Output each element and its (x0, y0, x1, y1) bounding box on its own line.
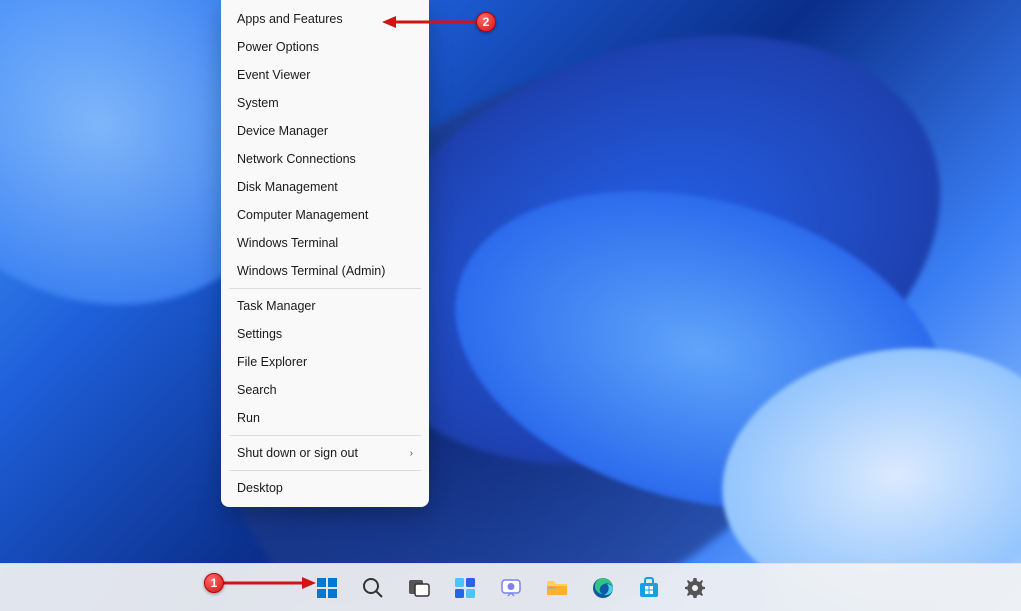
menu-item-label: Run (237, 411, 260, 425)
menu-item-label: System (237, 96, 279, 110)
menu-item-label: Shut down or sign out (237, 446, 358, 460)
menu-item-system[interactable]: System (221, 89, 429, 117)
settings-button[interactable] (675, 568, 715, 608)
menu-item-power-options[interactable]: Power Options (221, 33, 429, 61)
menu-item-task-manager[interactable]: Task Manager (221, 292, 429, 320)
start-button[interactable] (307, 568, 347, 608)
menu-item-windows-terminal[interactable]: Windows Terminal (221, 229, 429, 257)
menu-item-network-connections[interactable]: Network Connections (221, 145, 429, 173)
menu-item-computer-management[interactable]: Computer Management (221, 201, 429, 229)
chevron-right-icon: › (410, 448, 413, 459)
search-button[interactable] (353, 568, 393, 608)
menu-item-label: Search (237, 383, 277, 397)
menu-item-label: Event Viewer (237, 68, 310, 82)
menu-item-label: Apps and Features (237, 12, 343, 26)
menu-item-label: Disk Management (237, 180, 338, 194)
winx-context-menu: Apps and Features Power Options Event View… (221, 0, 429, 507)
settings-icon (683, 576, 707, 600)
menu-item-label: Device Manager (237, 124, 328, 138)
file-explorer-button[interactable] (537, 568, 577, 608)
task-view-button[interactable] (399, 568, 439, 608)
menu-item-label: Computer Management (237, 208, 368, 222)
menu-divider (229, 470, 421, 471)
menu-item-windows-terminal-admin-[interactable]: Windows Terminal (Admin) (221, 257, 429, 285)
start-icon (315, 576, 339, 600)
menu-item-label: Settings (237, 327, 282, 341)
desktop: Apps and Features Power Options Event View… (0, 0, 1021, 611)
menu-item-desktop[interactable]: Desktop (221, 474, 429, 502)
search-icon (361, 576, 385, 600)
menu-item-run[interactable]: Run (221, 404, 429, 432)
task-view-icon (407, 576, 431, 600)
menu-item-search[interactable]: Search (221, 376, 429, 404)
taskbar (0, 563, 1021, 611)
edge-button[interactable] (583, 568, 623, 608)
menu-item-label: File Explorer (237, 355, 307, 369)
store-icon (637, 576, 661, 600)
widgets-icon (453, 576, 477, 600)
menu-item-settings[interactable]: Settings (221, 320, 429, 348)
menu-item-shut-down-or-sign-out[interactable]: Shut down or sign out › (221, 439, 429, 467)
edge-icon (591, 576, 615, 600)
menu-item-disk-management[interactable]: Disk Management (221, 173, 429, 201)
menu-item-label: Windows Terminal (Admin) (237, 264, 385, 278)
file-explorer-icon (545, 576, 569, 600)
menu-item-label: Task Manager (237, 299, 316, 313)
widgets-button[interactable] (445, 568, 485, 608)
menu-item-device-manager[interactable]: Device Manager (221, 117, 429, 145)
menu-item-apps-and-features[interactable]: Apps and Features (221, 5, 429, 33)
menu-item-label: Windows Terminal (237, 236, 338, 250)
menu-divider (229, 288, 421, 289)
store-button[interactable] (629, 568, 669, 608)
chat-button[interactable] (491, 568, 531, 608)
menu-divider (229, 435, 421, 436)
taskbar-icons-container (307, 568, 715, 608)
menu-item-event-viewer[interactable]: Event Viewer (221, 61, 429, 89)
menu-item-label: Power Options (237, 40, 319, 54)
menu-item-file-explorer[interactable]: File Explorer (221, 348, 429, 376)
annotation-badge-2: 2 (476, 12, 496, 32)
menu-item-label: Desktop (237, 481, 283, 495)
chat-icon (499, 576, 523, 600)
menu-item-label: Network Connections (237, 152, 356, 166)
